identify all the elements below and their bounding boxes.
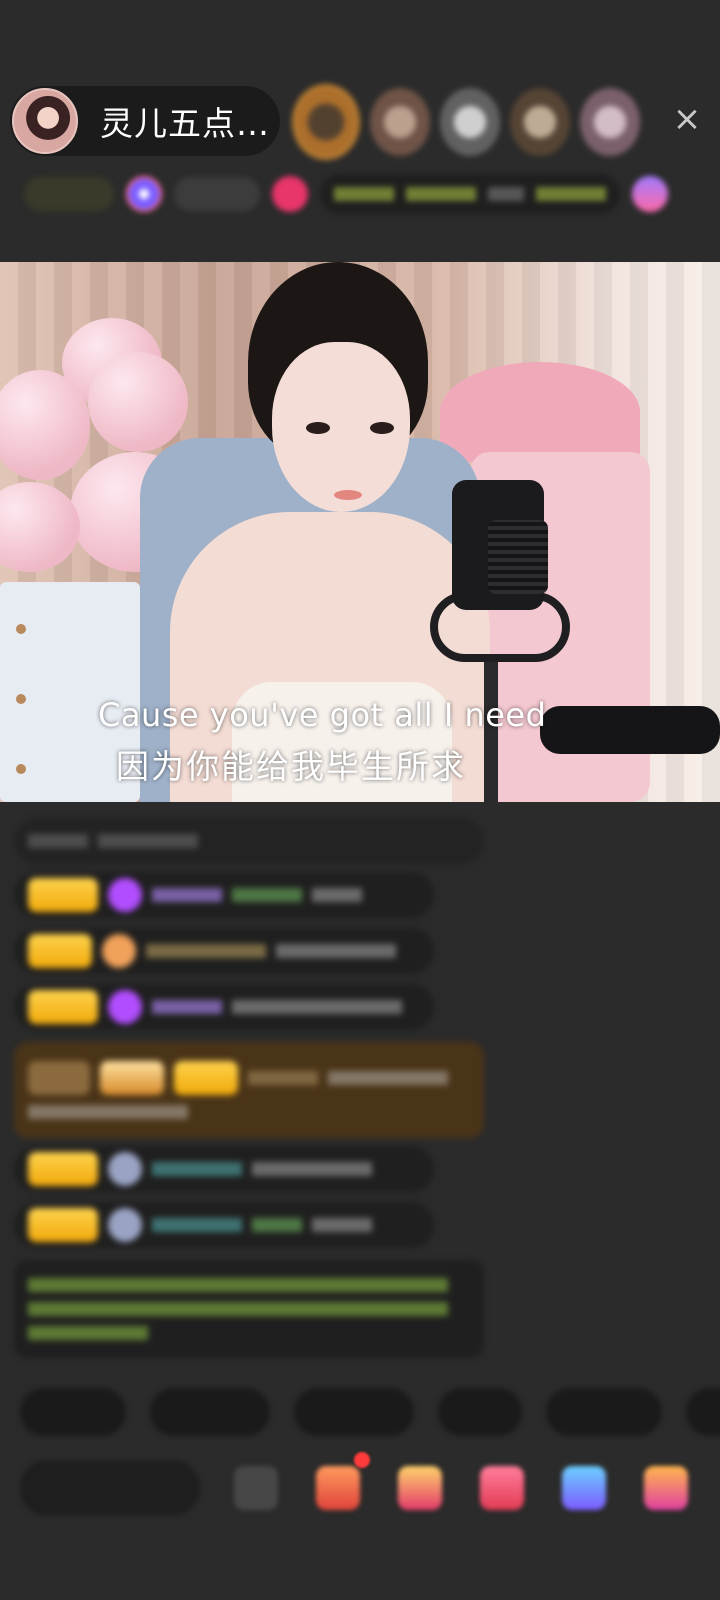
level-badge <box>28 1061 90 1095</box>
balloon <box>88 352 188 452</box>
diamond-icon <box>108 878 142 912</box>
level-badge <box>28 878 98 912</box>
gift-icon[interactable] <box>398 1466 442 1510</box>
level-badge <box>28 1208 98 1242</box>
chat-message <box>14 984 434 1030</box>
quick-chip[interactable] <box>150 1388 270 1436</box>
emoji-icon[interactable] <box>234 1466 278 1510</box>
avatar-icon <box>108 1152 142 1186</box>
level-badge <box>28 1152 98 1186</box>
game-icon[interactable] <box>562 1466 606 1510</box>
mic-grille <box>488 520 548 594</box>
subtitle-english: Cause you've got all I need <box>98 696 547 734</box>
viewer-avatar[interactable] <box>292 84 360 160</box>
wish-icon[interactable] <box>480 1466 524 1510</box>
viewer-avatar[interactable] <box>580 88 640 156</box>
quick-chip[interactable] <box>546 1388 662 1436</box>
mouth <box>334 490 362 500</box>
heart-icon[interactable] <box>272 176 308 212</box>
rank-chip[interactable] <box>24 177 114 211</box>
vip-badge <box>100 1061 164 1095</box>
eye <box>306 422 330 434</box>
system-notice <box>14 1260 484 1358</box>
medal-icon <box>102 934 136 968</box>
close-icon[interactable]: × <box>668 100 706 138</box>
gift-box-icon[interactable] <box>316 1466 360 1510</box>
viewer-avatar[interactable] <box>440 88 500 156</box>
gift-icon[interactable] <box>632 176 668 212</box>
chat-message-highlight <box>14 1042 484 1138</box>
level-badge <box>28 934 92 968</box>
fans-badge <box>174 1061 238 1095</box>
chat-message <box>14 1202 434 1248</box>
room-info-row <box>24 172 704 216</box>
notice-strip[interactable] <box>320 174 620 214</box>
quick-chip[interactable] <box>20 1388 126 1436</box>
chat-message <box>14 1146 434 1192</box>
chat-input[interactable] <box>20 1460 200 1516</box>
chat-message <box>14 872 434 918</box>
subtitle-chinese: 因为你能给我毕生所求 <box>116 747 466 786</box>
avatar-icon <box>108 1208 142 1242</box>
eye <box>370 422 394 434</box>
quick-chip[interactable] <box>686 1388 720 1436</box>
viewer-avatar[interactable] <box>510 88 570 156</box>
top-viewers-row <box>292 84 640 160</box>
fans-chip[interactable] <box>174 177 260 211</box>
bottom-toolbar <box>20 1452 720 1518</box>
diamond-icon <box>108 990 142 1024</box>
notification-dot <box>354 1452 370 1468</box>
live-video[interactable]: Cause you've got all I need 因为你能给我毕生所求 <box>0 262 720 802</box>
decor-top <box>440 362 640 462</box>
level-badge <box>28 990 98 1024</box>
chat-message <box>14 928 434 974</box>
host-info-pill[interactable]: 灵儿五点… <box>10 86 280 156</box>
chat-message <box>14 818 484 864</box>
badge-icon[interactable] <box>126 176 162 212</box>
viewer-avatar[interactable] <box>370 88 430 156</box>
host-avatar[interactable] <box>12 88 78 154</box>
host-name: 灵儿五点… <box>100 104 270 143</box>
quick-chip[interactable] <box>294 1388 414 1436</box>
quick-chip[interactable] <box>438 1388 522 1436</box>
more-icon[interactable] <box>644 1466 688 1510</box>
quick-reply-chips <box>20 1388 720 1436</box>
